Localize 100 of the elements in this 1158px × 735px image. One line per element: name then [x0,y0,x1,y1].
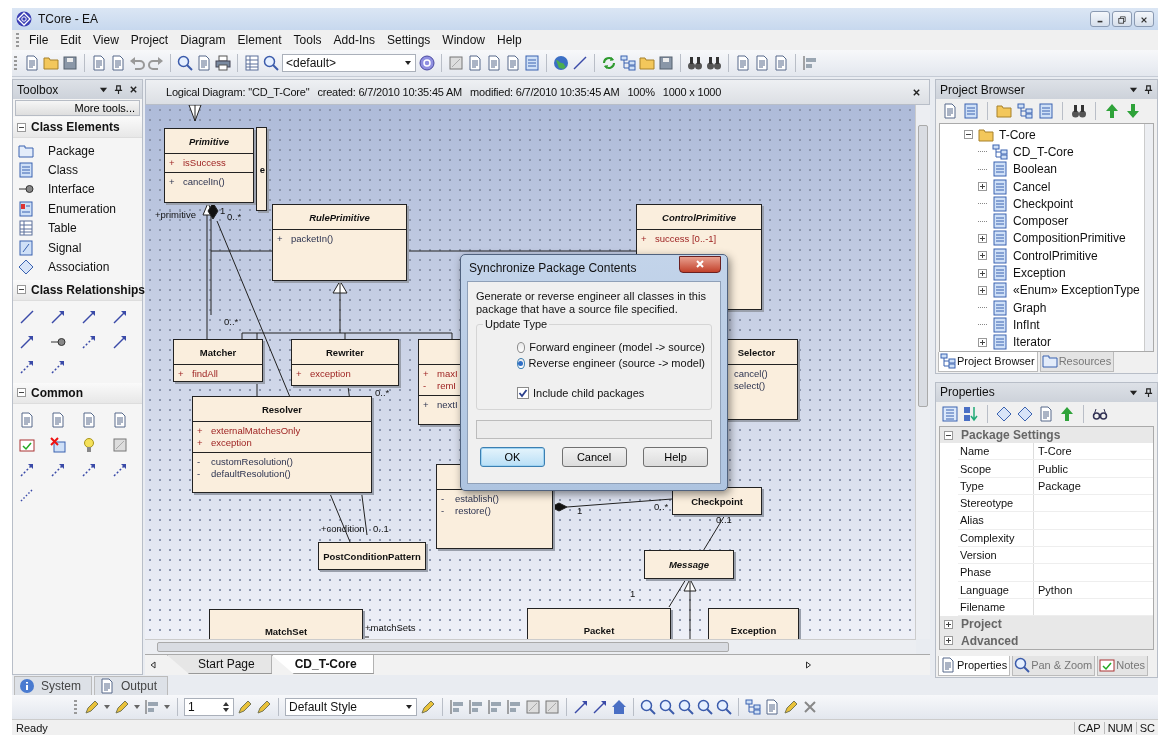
menu-item[interactable]: Element [231,33,288,47]
dropdown-arrow-icon[interactable] [163,703,171,711]
zoom-icon[interactable] [697,699,713,715]
house-icon[interactable] [611,699,627,715]
enumeration-icon[interactable] [18,200,34,217]
class-icon[interactable] [524,55,540,71]
up-arrow-icon[interactable] [1059,405,1075,422]
down-arrow-icon[interactable] [1125,103,1141,119]
toolbox-item[interactable]: Association [48,260,110,275]
folder-icon[interactable] [639,55,655,71]
more-tools-button[interactable]: More tools... [15,100,140,116]
style-dropdown[interactable]: Default Style [285,698,417,716]
folder-icon[interactable] [996,103,1012,119]
radio-label[interactable]: Forward engineer (model -> source) [529,341,705,353]
expand-icon[interactable] [944,619,953,629]
toolbox-item[interactable]: Package [48,143,95,158]
redo-icon[interactable] [148,55,164,71]
document-tool-icon[interactable] [19,411,35,428]
output-tab[interactable]: Output [94,676,169,695]
close-icon[interactable] [912,87,921,97]
align-icon[interactable] [506,699,522,715]
align-icon[interactable] [802,55,818,71]
close-icon[interactable] [129,85,138,94]
toolbox-item[interactable]: Enumeration [48,201,117,216]
toolbox-item[interactable]: Interface [48,182,95,197]
binoculars-icon[interactable] [706,55,722,71]
document-tool-icon[interactable] [50,411,66,428]
section-header[interactable]: Class Elements [13,117,142,138]
menu-item[interactable]: Tools [287,33,328,47]
shape-icon[interactable] [525,699,541,715]
panel-tab[interactable]: Properties [938,655,1011,676]
document-icon[interactable] [764,699,780,715]
package-icon[interactable] [18,142,34,159]
diamond-icon[interactable] [1017,405,1033,422]
binoculars-icon[interactable] [687,55,703,71]
collapse-icon[interactable] [944,430,953,440]
dashed-arrow-tool-icon[interactable] [19,358,35,375]
table-icon[interactable] [18,220,34,237]
hierarchy-icon[interactable] [745,699,761,715]
tree-item[interactable]: Iterator [1013,335,1051,350]
radio-button[interactable] [517,357,525,369]
zoom-icon[interactable] [263,55,279,71]
dashed-arrow-tool-icon[interactable] [81,461,97,478]
shape-icon[interactable] [448,55,464,71]
delete-tool-icon[interactable] [50,436,66,453]
tree-item[interactable]: CD_T-Core [1013,144,1074,159]
tree-item[interactable]: ControlPrimitive [1013,248,1098,263]
expand-icon[interactable] [978,251,987,261]
diamond-icon[interactable] [996,405,1012,422]
arrow-tool-icon[interactable] [81,308,97,325]
dropdown-arrow-icon[interactable] [103,703,111,711]
pin-icon[interactable] [1144,85,1153,94]
arrow-tool-icon[interactable] [50,308,66,325]
document-icon[interactable] [91,55,107,71]
line-icon[interactable] [572,55,588,71]
dropdown-arrow-icon[interactable] [99,85,108,94]
property-value[interactable]: T-Core [1034,443,1153,460]
diagram-tab[interactable]: CD_T-Core [271,655,374,674]
expand-icon[interactable] [978,337,987,347]
expand-icon[interactable] [978,285,987,295]
pencil-icon[interactable] [84,699,100,715]
dialog-button[interactable]: Help [643,447,708,467]
document-icon[interactable] [773,55,789,71]
arrow-icon[interactable] [573,699,589,715]
close-button[interactable] [679,255,721,273]
panel-tab[interactable]: Resources [1039,351,1115,372]
zoom-icon[interactable] [716,699,732,715]
dropdown-arrow-icon[interactable] [1129,85,1138,94]
dashed-arrow-tool-icon[interactable] [19,461,35,478]
document-icon[interactable] [110,55,126,71]
document-icon[interactable] [196,55,212,71]
arrow-tool-icon[interactable] [112,308,128,325]
class-box[interactable]: Rewriter + exception [291,339,399,386]
class-box[interactable]: RulePrimitive + packetIn() [272,204,407,281]
zoom-icon[interactable] [177,55,193,71]
undo-icon[interactable] [129,55,145,71]
align-icon[interactable] [449,699,465,715]
document-tool-icon[interactable] [81,411,97,428]
class-box[interactable]: Primitive + isSuccess + cancelIn() [164,128,254,203]
line-width-field[interactable]: 1 [184,698,234,716]
tree-item[interactable]: Checkpoint [1013,196,1074,211]
document-icon[interactable] [505,55,521,71]
close-button[interactable] [1134,11,1154,27]
tree-item[interactable]: Boolean [1013,162,1058,177]
menu-item[interactable]: Settings [380,33,437,47]
property-value[interactable]: Public [1034,460,1153,477]
document-icon[interactable] [735,55,751,71]
expand-icon[interactable] [978,182,987,192]
zoom-icon[interactable] [640,699,656,715]
toolbox-item[interactable]: Table [48,221,77,236]
vertical-scrollbar[interactable] [915,105,930,639]
tree-item[interactable]: Graph [1013,300,1047,315]
help-icon[interactable] [419,55,435,71]
expand-icon[interactable] [978,233,987,243]
pencil-icon[interactable] [114,699,130,715]
menu-item[interactable]: Window [436,33,491,47]
menu-item[interactable]: Edit [54,33,88,47]
class-box[interactable]: Resolver + externalMatchesOnly + exception - customResolution() - defaultResolution() [192,396,372,493]
shape-icon[interactable] [544,699,560,715]
toolbox-item[interactable]: Signal [48,240,82,255]
